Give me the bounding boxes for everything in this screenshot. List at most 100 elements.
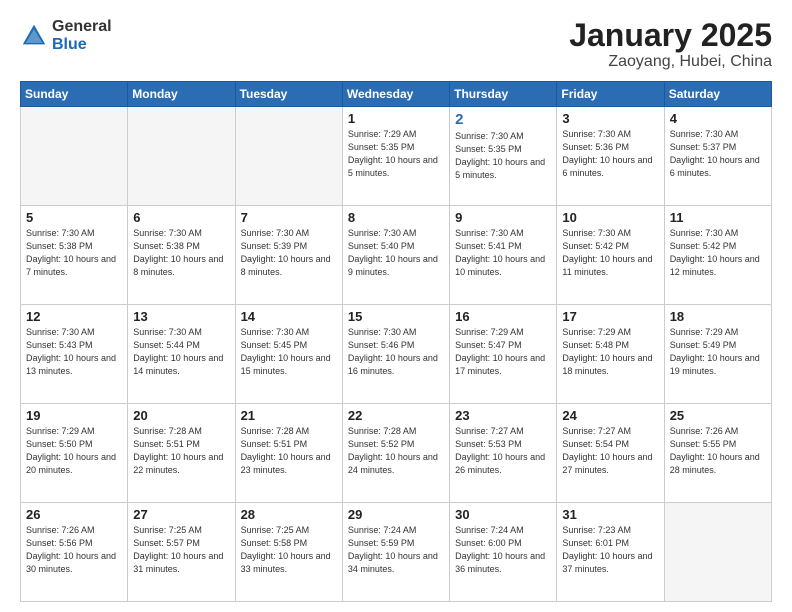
day-info: Sunrise: 7:30 AMSunset: 5:35 PMDaylight:…	[455, 130, 551, 182]
calendar-cell: 4 Sunrise: 7:30 AMSunset: 5:37 PMDaylight…	[664, 107, 771, 206]
day-info: Sunrise: 7:28 AMSunset: 5:51 PMDaylight:…	[133, 425, 229, 477]
weekday-header-thursday: Thursday	[450, 82, 557, 107]
day-info: Sunrise: 7:30 AMSunset: 5:41 PMDaylight:…	[455, 227, 551, 279]
calendar-cell: 15Sunrise: 7:30 AMSunset: 5:46 PMDayligh…	[342, 305, 449, 404]
day-number: 19	[26, 408, 122, 423]
day-info: Sunrise: 7:29 AMSunset: 5:47 PMDaylight:…	[455, 326, 551, 378]
day-number: 1	[348, 111, 444, 126]
day-info: Sunrise: 7:24 AMSunset: 6:00 PMDaylight:…	[455, 524, 551, 576]
day-info: Sunrise: 7:30 AMSunset: 5:38 PMDaylight:…	[26, 227, 122, 279]
logo-text: General Blue	[52, 18, 112, 53]
day-info: Sunrise: 7:28 AMSunset: 5:51 PMDaylight:…	[241, 425, 337, 477]
calendar-cell: 10 Sunrise: 7:30 AMSunset: 5:42 PMDayligh…	[557, 206, 664, 305]
day-info: Sunrise: 7:23 AMSunset: 6:01 PMDaylight:…	[562, 524, 658, 576]
day-info: Sunrise: 7:30 AMSunset: 5:36 PMDaylight:…	[562, 128, 658, 180]
day-number: 30	[455, 507, 551, 522]
day-number: 10	[562, 210, 658, 225]
calendar-cell: 1 Sunrise: 7:29 AMSunset: 5:35 PMDaylight…	[342, 107, 449, 206]
day-info: Sunrise: 7:30 AMSunset: 5:44 PMDaylight:…	[133, 326, 229, 378]
day-info: Sunrise: 7:30 AMSunset: 5:40 PMDaylight:…	[348, 227, 444, 279]
logo: General Blue	[20, 18, 112, 53]
calendar-cell: 2 Sunrise: 7:30 AMSunset: 5:35 PMDaylight…	[450, 107, 557, 206]
calendar-cell: 17Sunrise: 7:29 AMSunset: 5:48 PMDayligh…	[557, 305, 664, 404]
week-row-2: 5Sunrise: 7:30 AMSunset: 5:38 PMDaylight…	[21, 206, 772, 305]
day-number: 24	[562, 408, 658, 423]
day-number: 21	[241, 408, 337, 423]
day-number: 4	[670, 111, 766, 126]
calendar-cell: 11 Sunrise: 7:30 AMSunset: 5:42 PMDayligh…	[664, 206, 771, 305]
calendar-cell	[128, 107, 235, 206]
day-number: 27	[133, 507, 229, 522]
day-info: Sunrise: 7:27 AMSunset: 5:54 PMDaylight:…	[562, 425, 658, 477]
day-info: Sunrise: 7:28 AMSunset: 5:52 PMDaylight:…	[348, 425, 444, 477]
calendar-cell: 31 Sunrise: 7:23 AMSunset: 6:01 PMDayligh…	[557, 503, 664, 602]
calendar-cell: 13 Sunrise: 7:30 AMSunset: 5:44 PMDayligh…	[128, 305, 235, 404]
day-info: Sunrise: 7:30 AMSunset: 5:39 PMDaylight:…	[241, 227, 337, 279]
day-number: 31	[562, 507, 658, 522]
weekday-header-row: SundayMondayTuesdayWednesdayThursdayFrid…	[21, 82, 772, 107]
logo-icon	[20, 22, 48, 50]
day-number: 25	[670, 408, 766, 423]
day-number: 7	[241, 210, 337, 225]
day-number: 3	[562, 111, 658, 126]
day-number: 11	[670, 210, 766, 225]
week-row-1: 1 Sunrise: 7:29 AMSunset: 5:35 PMDaylight…	[21, 107, 772, 206]
day-number: 18	[670, 309, 766, 324]
day-number: 26	[26, 507, 122, 522]
day-info: Sunrise: 7:24 AMSunset: 5:59 PMDaylight:…	[348, 524, 444, 576]
calendar-cell: 21 Sunrise: 7:28 AMSunset: 5:51 PMDayligh…	[235, 404, 342, 503]
calendar-cell: 14 Sunrise: 7:30 AMSunset: 5:45 PMDayligh…	[235, 305, 342, 404]
calendar-cell: 29 Sunrise: 7:24 AMSunset: 5:59 PMDayligh…	[342, 503, 449, 602]
logo-blue: Blue	[52, 36, 112, 54]
day-number: 6	[133, 210, 229, 225]
day-info: Sunrise: 7:30 AMSunset: 5:42 PMDaylight:…	[562, 227, 658, 279]
page: General Blue January 2025 Zaoyang, Hubei…	[0, 0, 792, 612]
calendar-cell: 7 Sunrise: 7:30 AMSunset: 5:39 PMDaylight…	[235, 206, 342, 305]
calendar-cell: 16 Sunrise: 7:29 AMSunset: 5:47 PMDayligh…	[450, 305, 557, 404]
day-number: 23	[455, 408, 551, 423]
day-number: 16	[455, 309, 551, 324]
day-number: 15	[348, 309, 444, 324]
calendar-cell: 28 Sunrise: 7:25 AMSunset: 5:58 PMDayligh…	[235, 503, 342, 602]
weekday-header-sunday: Sunday	[21, 82, 128, 107]
logo-general: General	[52, 18, 112, 36]
day-number: 29	[348, 507, 444, 522]
day-number: 17	[562, 309, 658, 324]
day-number: 13	[133, 309, 229, 324]
week-row-3: 12Sunrise: 7:30 AMSunset: 5:43 PMDayligh…	[21, 305, 772, 404]
calendar-cell: 24 Sunrise: 7:27 AMSunset: 5:54 PMDayligh…	[557, 404, 664, 503]
calendar-cell: 3 Sunrise: 7:30 AMSunset: 5:36 PMDaylight…	[557, 107, 664, 206]
day-number: 20	[133, 408, 229, 423]
day-number: 22	[348, 408, 444, 423]
calendar-cell: 27Sunrise: 7:25 AMSunset: 5:57 PMDayligh…	[128, 503, 235, 602]
calendar-cell: 26 Sunrise: 7:26 AMSunset: 5:56 PMDayligh…	[21, 503, 128, 602]
weekday-header-wednesday: Wednesday	[342, 82, 449, 107]
calendar-cell: 25Sunrise: 7:26 AMSunset: 5:55 PMDayligh…	[664, 404, 771, 503]
day-number: 28	[241, 507, 337, 522]
month-title: January 2025	[569, 18, 772, 53]
day-number: 2	[455, 111, 551, 128]
day-number: 12	[26, 309, 122, 324]
calendar-cell: 8 Sunrise: 7:30 AMSunset: 5:40 PMDaylight…	[342, 206, 449, 305]
header: General Blue January 2025 Zaoyang, Hubei…	[20, 18, 772, 71]
day-info: Sunrise: 7:30 AMSunset: 5:42 PMDaylight:…	[670, 227, 766, 279]
day-info: Sunrise: 7:29 AMSunset: 5:35 PMDaylight:…	[348, 128, 444, 180]
day-info: Sunrise: 7:30 AMSunset: 5:45 PMDaylight:…	[241, 326, 337, 378]
calendar-cell: 19 Sunrise: 7:29 AMSunset: 5:50 PMDayligh…	[21, 404, 128, 503]
calendar-cell: 23 Sunrise: 7:27 AMSunset: 5:53 PMDayligh…	[450, 404, 557, 503]
day-info: Sunrise: 7:27 AMSunset: 5:53 PMDaylight:…	[455, 425, 551, 477]
weekday-header-monday: Monday	[128, 82, 235, 107]
day-info: Sunrise: 7:30 AMSunset: 5:37 PMDaylight:…	[670, 128, 766, 180]
weekday-header-tuesday: Tuesday	[235, 82, 342, 107]
week-row-5: 26 Sunrise: 7:26 AMSunset: 5:56 PMDayligh…	[21, 503, 772, 602]
day-number: 8	[348, 210, 444, 225]
calendar-cell: 22 Sunrise: 7:28 AMSunset: 5:52 PMDayligh…	[342, 404, 449, 503]
day-info: Sunrise: 7:29 AMSunset: 5:49 PMDaylight:…	[670, 326, 766, 378]
calendar-cell	[664, 503, 771, 602]
day-info: Sunrise: 7:26 AMSunset: 5:56 PMDaylight:…	[26, 524, 122, 576]
calendar-cell	[21, 107, 128, 206]
day-info: Sunrise: 7:25 AMSunset: 5:58 PMDaylight:…	[241, 524, 337, 576]
day-info: Sunrise: 7:29 AMSunset: 5:50 PMDaylight:…	[26, 425, 122, 477]
day-number: 14	[241, 309, 337, 324]
calendar-cell: 6Sunrise: 7:30 AMSunset: 5:38 PMDaylight…	[128, 206, 235, 305]
